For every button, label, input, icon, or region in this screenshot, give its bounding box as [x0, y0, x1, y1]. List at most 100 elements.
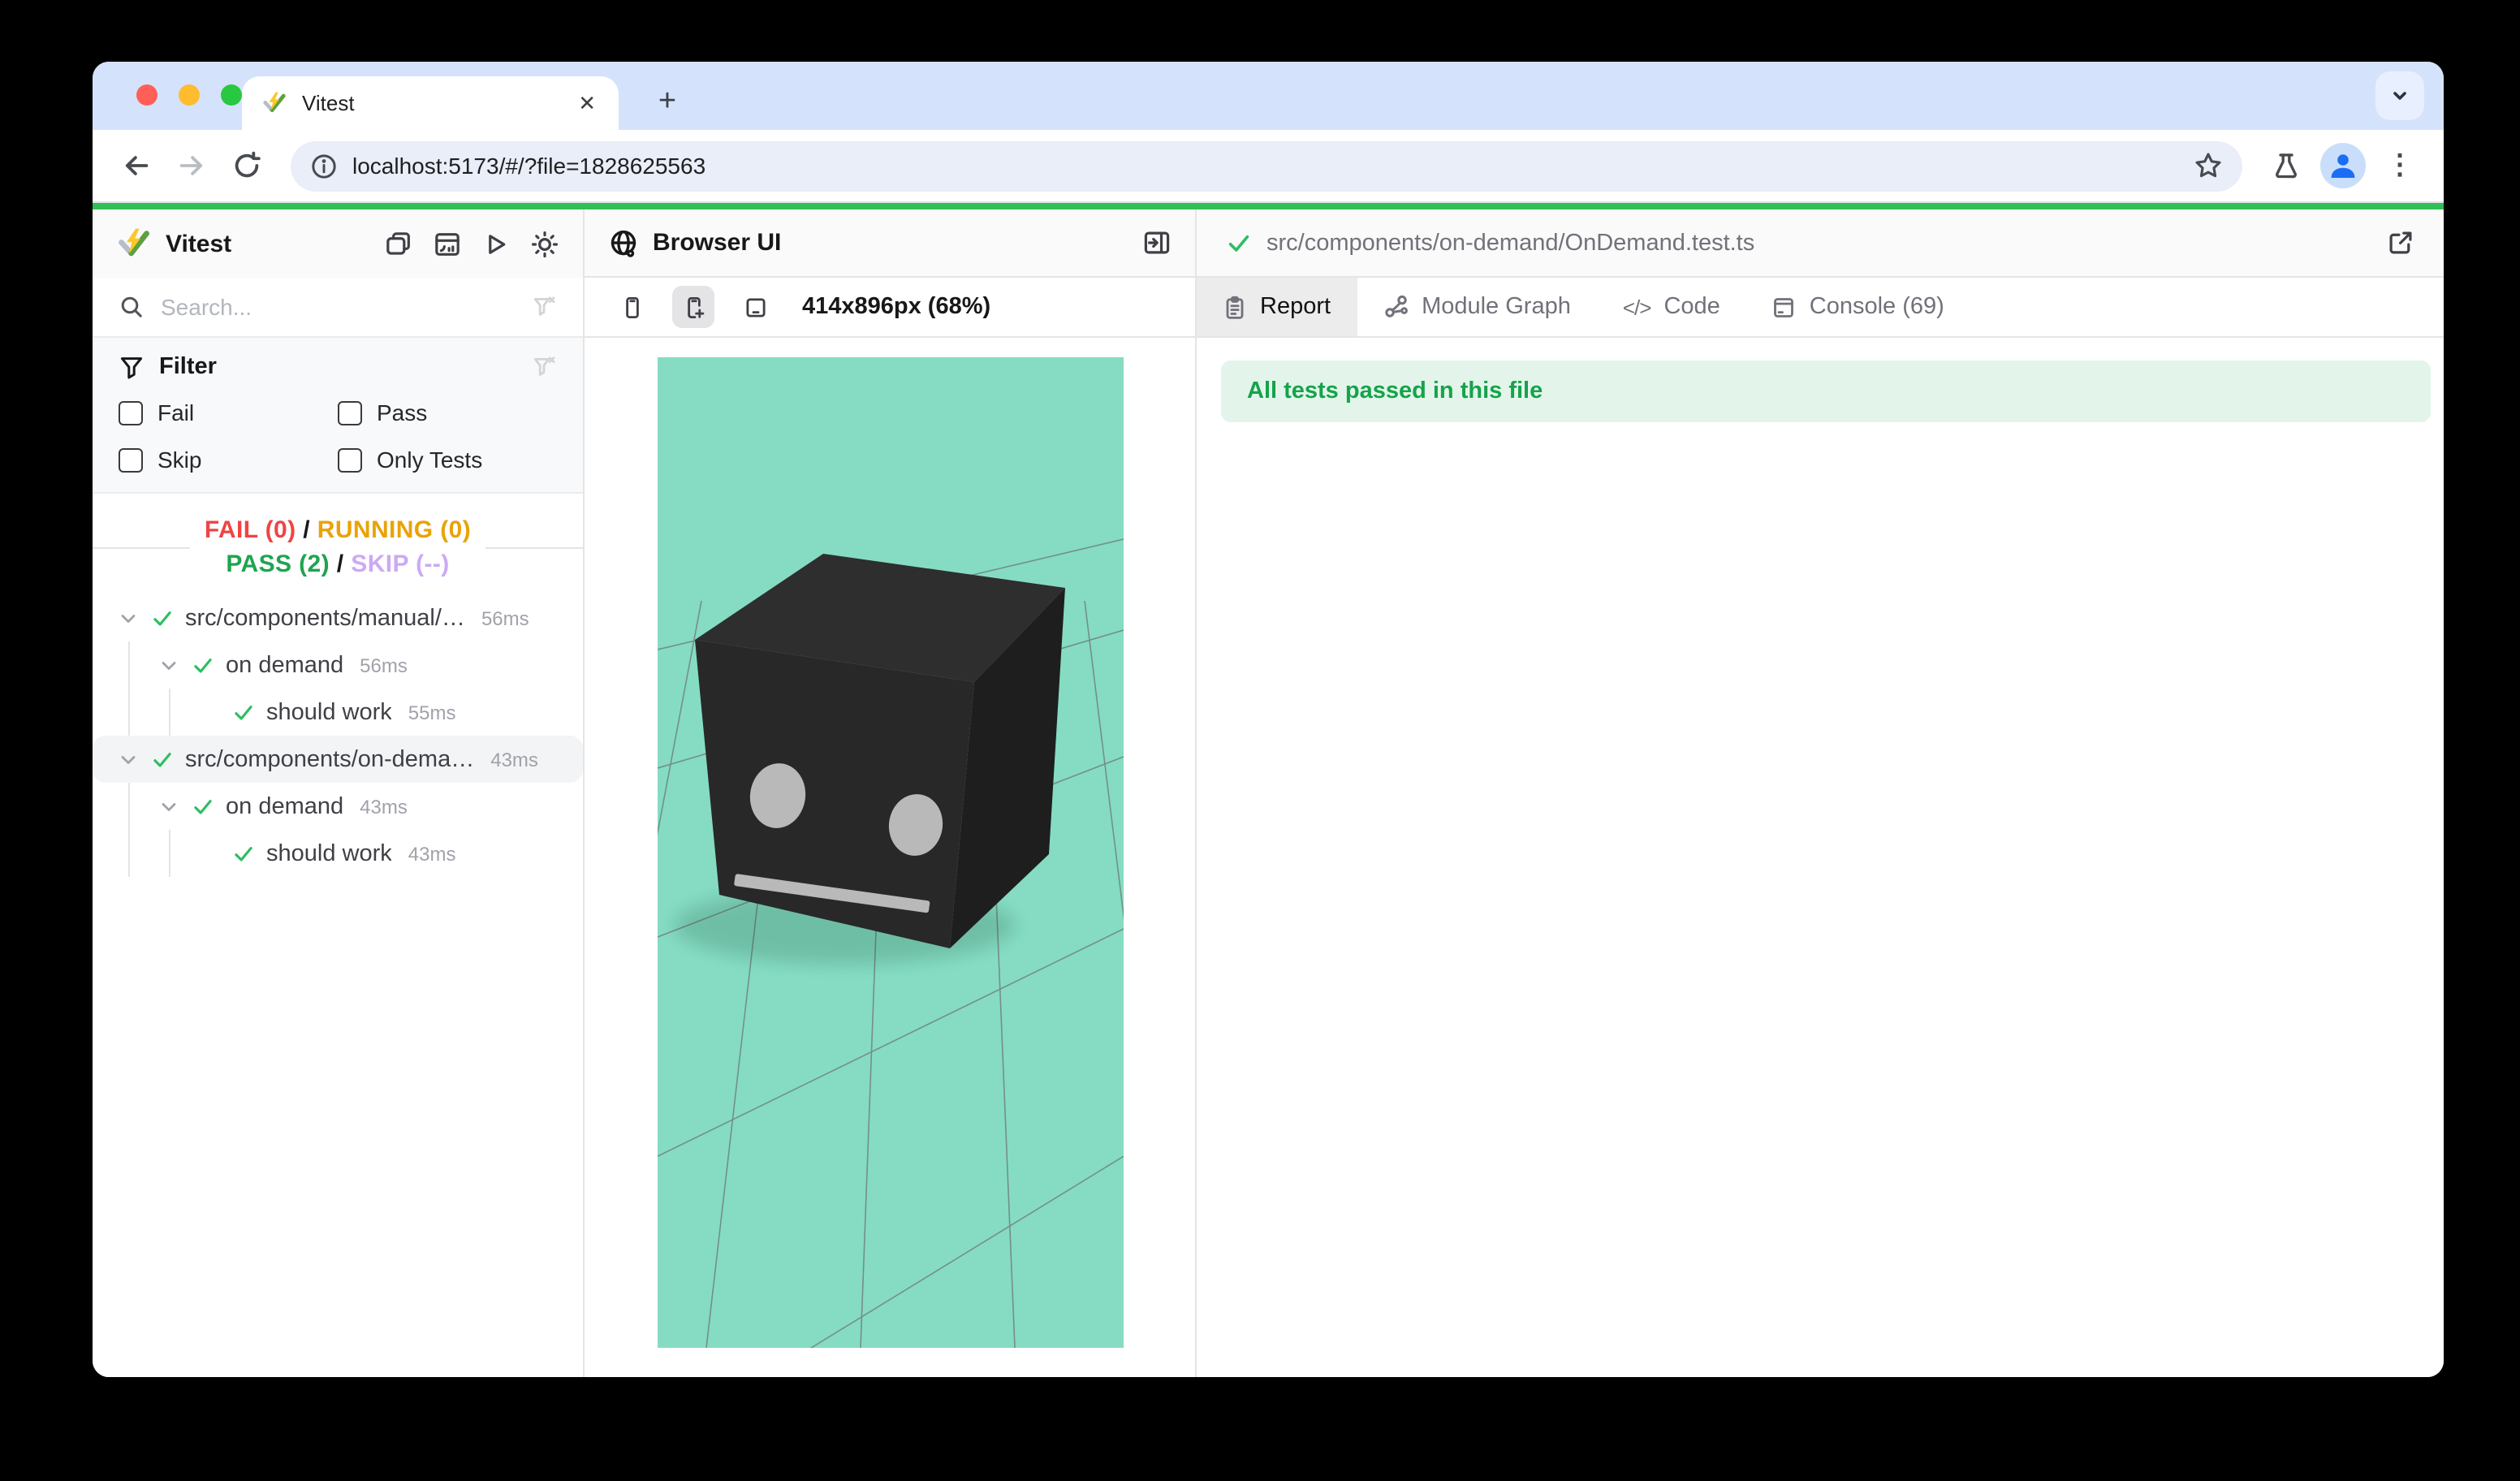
pass-check-icon — [192, 654, 214, 676]
reload-button[interactable] — [226, 145, 268, 187]
desktop: Vitest ✕ + localhost:5173/#/?file=182862… — [0, 0, 2520, 1481]
device-tablet-button[interactable] — [734, 286, 776, 328]
tree-row[interactable]: src/components/on-dema… 43ms — [93, 736, 583, 783]
app-title: Vitest — [166, 230, 231, 257]
vitest-logo — [117, 227, 151, 261]
dock-panel-right-icon[interactable] — [1143, 229, 1171, 257]
sidebar-header: Vitest — [93, 209, 583, 278]
viewport-size-label[interactable]: 414x896px (68%) — [802, 294, 990, 320]
fullscreen-window-button[interactable] — [221, 84, 242, 106]
test-duration: 43ms — [490, 748, 538, 771]
test-duration: 56ms — [360, 654, 408, 676]
browser-ui-panel: Browser UI 414x896px (68%) — [585, 209, 1197, 1377]
filter-option-fail[interactable]: Fail — [119, 399, 338, 425]
browser-ui-title: Browser UI — [653, 229, 781, 257]
collapse-panels-icon[interactable] — [385, 230, 412, 257]
checkbox[interactable] — [119, 400, 143, 425]
pass-check-icon — [151, 607, 174, 629]
bookmark-star-icon[interactable] — [2194, 151, 2223, 180]
new-tab-button[interactable]: + — [645, 80, 690, 125]
phone-icon — [619, 295, 644, 319]
forward-arrow-icon — [177, 151, 206, 180]
test-duration: 56ms — [481, 607, 529, 629]
experiments-button[interactable] — [2265, 145, 2307, 187]
vitest-favicon — [261, 90, 287, 116]
open-external-icon[interactable] — [2387, 229, 2414, 257]
tab-search-button[interactable] — [2375, 71, 2424, 120]
browser-window: Vitest ✕ + localhost:5173/#/?file=182862… — [93, 62, 2444, 1377]
theme-toggle-sun-icon[interactable] — [531, 230, 559, 257]
tab-module-graph[interactable]: Module Graph — [1357, 278, 1597, 336]
globe-icon — [609, 228, 638, 257]
file-path: src/components/on-demand/OnDemand.test.t… — [1266, 230, 1754, 256]
running-count: RUNNING (0) — [317, 516, 471, 544]
site-info-icon[interactable] — [310, 152, 338, 179]
tester-viewport[interactable] — [657, 357, 1123, 1348]
report-tabs: Report Module Graph </> Code Console (69… — [1197, 278, 2444, 338]
run-all-icon[interactable] — [482, 230, 510, 257]
cube-head — [694, 554, 1064, 948]
indent-guide — [158, 830, 198, 877]
tree-row[interactable]: should work 55ms — [93, 689, 583, 736]
reload-icon — [232, 151, 261, 180]
phone-plus-icon — [681, 295, 706, 319]
chevron-down-icon[interactable] — [117, 607, 140, 629]
chrome-menu-button[interactable]: ⋮ — [2379, 145, 2421, 187]
test-duration: 43ms — [408, 842, 456, 865]
device-toolbar: 414x896px (68%) — [585, 278, 1195, 338]
console-icon — [1772, 295, 1797, 319]
chevron-down-icon — [2387, 83, 2413, 109]
tree-row[interactable]: src/components/manual/… 56ms — [93, 594, 583, 641]
vitest-progress-bar — [93, 203, 2444, 209]
chevron-down-icon[interactable] — [158, 795, 180, 818]
search-row — [93, 278, 583, 338]
browser-tab[interactable]: Vitest ✕ — [242, 76, 619, 130]
chrome-tab-strip: Vitest ✕ + — [93, 62, 2444, 130]
forward-button[interactable] — [170, 145, 213, 187]
dashboard-icon[interactable] — [434, 230, 461, 257]
vitest-app: Vitest Filter — [93, 209, 2444, 1377]
report-icon — [1223, 295, 1247, 319]
tree-row[interactable]: on demand 43ms — [93, 783, 583, 830]
person-icon — [2320, 143, 2366, 188]
address-bar[interactable]: localhost:5173/#/?file=1828625563 — [291, 140, 2242, 191]
file-header: src/components/on-demand/OnDemand.test.t… — [1197, 209, 2444, 278]
checkbox[interactable] — [119, 447, 143, 472]
search-input[interactable] — [161, 294, 515, 320]
tablet-minus-icon — [743, 295, 767, 319]
tree-row[interactable]: on demand 56ms — [93, 641, 583, 689]
url-text[interactable]: localhost:5173/#/?file=1828625563 — [352, 153, 2179, 179]
chevron-down-icon[interactable] — [158, 654, 180, 676]
pass-check-icon — [1226, 230, 1252, 256]
run-status-summary: FAIL (0) / RUNNING (0) PASS (2) / SKIP (… — [93, 510, 583, 585]
filter-option-only-tests[interactable]: Only Tests — [338, 447, 557, 473]
tab-code[interactable]: </> Code — [1597, 278, 1746, 336]
flask-icon — [2272, 151, 2301, 180]
device-phone-plus-button[interactable] — [672, 286, 714, 328]
tree-row[interactable]: should work 43ms — [93, 830, 583, 877]
filter-option-pass[interactable]: Pass — [338, 399, 557, 425]
report-panel: src/components/on-demand/OnDemand.test.t… — [1197, 209, 2444, 1377]
test-label: on demand — [226, 793, 343, 819]
checkbox[interactable] — [338, 400, 362, 425]
test-label: should work — [266, 840, 392, 866]
chevron-down-icon[interactable] — [117, 748, 140, 771]
back-button[interactable] — [115, 145, 158, 187]
tab-title: Vitest — [302, 91, 575, 115]
test-label: on demand — [226, 652, 343, 678]
clear-filter-icon[interactable] — [531, 294, 557, 320]
code-icon: </> — [1623, 295, 1651, 319]
profile-avatar[interactable] — [2320, 143, 2366, 188]
tab-report[interactable]: Report — [1197, 278, 1357, 336]
checkbox[interactable] — [338, 447, 362, 472]
minimize-window-button[interactable] — [179, 84, 200, 106]
clear-filter-icon[interactable] — [531, 354, 557, 380]
close-tab-icon[interactable]: ✕ — [575, 89, 599, 117]
test-tree: src/components/manual/… 56ms on demand 5… — [93, 594, 583, 877]
close-window-button[interactable] — [136, 84, 158, 106]
skip-count: SKIP (--) — [351, 551, 449, 578]
tab-console[interactable]: Console (69) — [1746, 278, 1970, 336]
device-phone-small-button[interactable] — [611, 286, 653, 328]
threejs-scene — [657, 357, 1123, 1348]
filter-option-skip[interactable]: Skip — [119, 447, 338, 473]
